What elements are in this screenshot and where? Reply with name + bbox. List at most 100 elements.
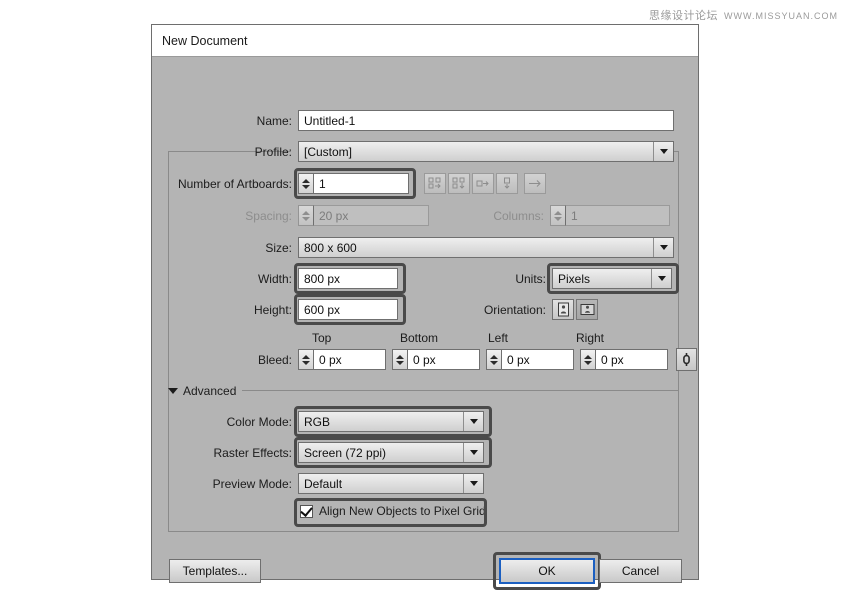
grid-by-column-icon[interactable]: [448, 173, 470, 194]
bleed-top-stepper[interactable]: 0 px: [298, 349, 386, 370]
name-label: Name:: [152, 114, 292, 128]
raster-effects-value: Screen (72 ppi): [304, 446, 386, 460]
raster-effects-select[interactable]: Screen (72 ppi): [298, 442, 484, 463]
bleed-right-spinner[interactable]: [580, 349, 595, 370]
chevron-down-icon: [463, 412, 483, 431]
columns-input: 1: [565, 205, 670, 226]
chevron-down-icon: [463, 443, 483, 462]
advanced-fieldset-top-line: [242, 390, 679, 391]
name-input[interactable]: Untitled-1: [298, 110, 674, 131]
bleed-right-input[interactable]: 0 px: [595, 349, 668, 370]
orientation-label: Orientation:: [472, 303, 546, 317]
artboards-spinner[interactable]: [298, 173, 313, 194]
units-row: Units: Pixels: [504, 268, 672, 289]
watermark: 思缘设计论坛 WWW.MISSYUAN.COM: [649, 7, 838, 23]
width-input[interactable]: 800 px: [298, 268, 398, 289]
size-select[interactable]: 800 x 600: [298, 237, 674, 258]
raster-effects-row: Raster Effects: Screen (72 ppi): [152, 442, 484, 463]
watermark-cn: 思缘设计论坛: [649, 10, 718, 22]
align-pixel-grid-label: Align New Objects to Pixel Grid: [319, 504, 486, 518]
chevron-down-icon: [653, 142, 673, 161]
bleed-col-right-header: Right: [576, 331, 604, 345]
orientation-row: Orientation:: [472, 299, 598, 320]
bleed-bottom-input[interactable]: 0 px: [407, 349, 480, 370]
artboards-input[interactable]: 1: [313, 173, 409, 194]
bleed-link-icon[interactable]: [676, 348, 697, 371]
size-value: 800 x 600: [304, 241, 357, 255]
columns-row: Columns: 1: [482, 205, 670, 226]
align-pixel-grid-checkbox[interactable]: [300, 505, 313, 518]
units-value: Pixels: [558, 272, 590, 286]
bleed-left-spinner[interactable]: [486, 349, 501, 370]
height-input[interactable]: 600 px: [298, 299, 398, 320]
artboard-layout-buttons: [424, 173, 518, 194]
watermark-url: WWW.MISSYUAN.COM: [724, 11, 838, 21]
orientation-portrait-icon[interactable]: [552, 299, 574, 320]
orientation-landscape-icon[interactable]: [576, 299, 598, 320]
bleed-col-bottom-header: Bottom: [400, 331, 438, 345]
spacing-label: Spacing:: [152, 209, 292, 223]
arrange-by-column-icon[interactable]: [496, 173, 518, 194]
height-row: Height: 600 px: [152, 299, 398, 320]
cancel-button[interactable]: Cancel: [599, 559, 682, 583]
grid-by-row-icon[interactable]: [424, 173, 446, 194]
profile-select[interactable]: [Custom]: [298, 141, 674, 162]
color-mode-label: Color Mode:: [152, 415, 292, 429]
units-select[interactable]: Pixels: [552, 268, 672, 289]
bleed-label: Bleed:: [152, 353, 292, 367]
spacing-input: 20 px: [313, 205, 429, 226]
columns-label: Columns:: [482, 209, 544, 223]
advanced-label: Advanced: [183, 384, 236, 398]
spacing-spinner: [298, 205, 313, 226]
spacing-stepper: 20 px: [298, 205, 429, 226]
screen: 思缘设计论坛 WWW.MISSYUAN.COM New Document Name…: [0, 0, 850, 602]
width-row: Width: 800 px: [152, 268, 398, 289]
artboards-row: Number of Artboards: 1: [152, 173, 409, 194]
bleed-left-input[interactable]: 0 px: [501, 349, 574, 370]
size-label: Size:: [152, 241, 292, 255]
bleed-left-stepper[interactable]: 0 px: [486, 349, 574, 370]
name-row: Name: Untitled-1: [152, 110, 674, 131]
width-label: Width:: [152, 272, 292, 286]
artboards-label: Number of Artboards:: [152, 177, 292, 191]
size-row: Size: 800 x 600: [152, 237, 674, 258]
chevron-down-icon: [651, 269, 671, 288]
profile-label: Profile:: [152, 145, 292, 159]
chevron-down-icon: [653, 238, 673, 257]
raster-effects-label: Raster Effects:: [152, 446, 292, 460]
columns-stepper: 1: [550, 205, 670, 226]
color-mode-select[interactable]: RGB: [298, 411, 484, 432]
bleed-right-stepper[interactable]: 0 px: [580, 349, 668, 370]
profile-row: Profile: [Custom]: [152, 141, 674, 162]
preview-mode-label: Preview Mode:: [152, 477, 292, 491]
advanced-disclosure[interactable]: Advanced: [168, 384, 236, 398]
spacing-row: Spacing: 20 px: [152, 205, 429, 226]
preview-mode-value: Default: [304, 477, 342, 491]
bleed-top-input[interactable]: 0 px: [313, 349, 386, 370]
ok-button[interactable]: OK: [499, 558, 595, 584]
advanced-fieldset-bottom-line: [168, 531, 679, 532]
artboards-stepper[interactable]: 1: [298, 173, 409, 194]
dialog-body: Name: Untitled-1 Profile: [Custom] Numbe…: [152, 57, 698, 580]
bleed-col-top-header: Top: [312, 331, 331, 345]
align-pixel-grid-row[interactable]: Align New Objects to Pixel Grid: [300, 504, 486, 518]
triangle-down-icon: [168, 388, 178, 394]
profile-value: [Custom]: [304, 145, 352, 159]
height-label: Height:: [152, 303, 292, 317]
bleed-top-spinner[interactable]: [298, 349, 313, 370]
columns-spinner: [550, 205, 565, 226]
advanced-fieldset-right-line: [678, 390, 679, 531]
preview-mode-row: Preview Mode: Default: [152, 473, 484, 494]
bleed-bottom-spinner[interactable]: [392, 349, 407, 370]
dialog-titlebar: New Document: [152, 25, 698, 57]
dialog-title: New Document: [162, 34, 247, 48]
arrange-by-row-icon[interactable]: [472, 173, 494, 194]
arrow-right-icon[interactable]: [524, 173, 546, 194]
new-document-dialog: New Document Name: Untitled-1 Profile: […: [151, 24, 699, 580]
templates-button[interactable]: Templates...: [169, 559, 261, 583]
chevron-down-icon: [463, 474, 483, 493]
bleed-bottom-stepper[interactable]: 0 px: [392, 349, 480, 370]
units-label: Units:: [504, 272, 546, 286]
preview-mode-select[interactable]: Default: [298, 473, 484, 494]
color-mode-value: RGB: [304, 415, 330, 429]
